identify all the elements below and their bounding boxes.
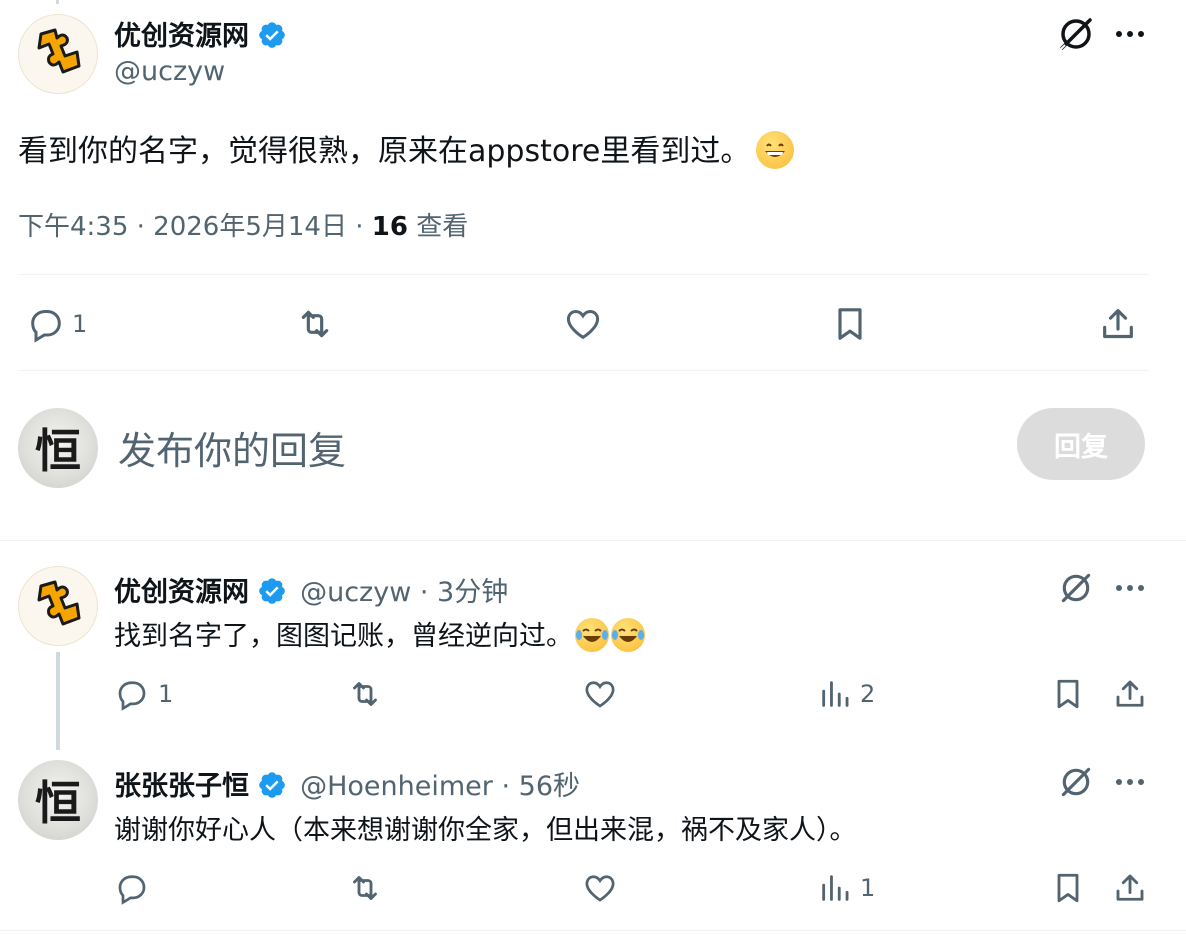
- reply-button[interactable]: [114, 870, 150, 906]
- puzzle-logo-icon: [37, 580, 81, 626]
- bookmark-button[interactable]: [1050, 676, 1086, 712]
- bookmark-icon: [1057, 679, 1079, 709]
- heart-icon: [566, 309, 600, 340]
- bookmark-button[interactable]: [830, 304, 870, 344]
- reply-time[interactable]: 56秒: [519, 771, 580, 802]
- tears-of-joy-emoji-icon: [575, 618, 609, 652]
- views-button[interactable]: 1: [818, 870, 875, 906]
- reply-button[interactable]: 1: [114, 676, 173, 712]
- tears-of-joy-emoji-icon: [611, 618, 645, 652]
- repost-icon: [353, 876, 377, 900]
- reply-header: 优创资源网 @uczyw · 3分钟: [114, 570, 508, 609]
- separator: ·: [411, 577, 438, 608]
- divider: [0, 540, 1186, 541]
- share-button[interactable]: [1112, 676, 1148, 712]
- repost-button[interactable]: [346, 676, 384, 712]
- reply-submit-button[interactable]: 回复: [1017, 408, 1145, 480]
- avatar-glyph: 恒: [35, 776, 81, 830]
- divider: [0, 930, 1186, 931]
- bookmark-button[interactable]: [1050, 870, 1086, 906]
- post-timestamp[interactable]: 下午4:35 · 2026年5月14日 ·: [18, 212, 372, 242]
- reply-header: 张张张子恒 @Hoenheimer · 56秒: [114, 764, 580, 803]
- heart-icon: [585, 681, 615, 708]
- share-button[interactable]: [1098, 304, 1138, 344]
- views-label: 查看: [407, 212, 469, 242]
- verified-badge-icon: [259, 22, 285, 48]
- divider: [18, 370, 1148, 371]
- grinning-face-emoji-icon: [756, 131, 795, 169]
- author-avatar[interactable]: [18, 14, 98, 94]
- bookmark-icon: [838, 308, 862, 340]
- bookmark-icon: [1057, 873, 1079, 903]
- reply-author-name[interactable]: 优创资源网: [114, 577, 249, 608]
- views-count: 16: [371, 212, 408, 242]
- repost-button[interactable]: [294, 304, 336, 344]
- like-button[interactable]: [563, 304, 603, 344]
- post-text-wrapper: 看到你的名字，觉得很熟，原来在appstore里看到过。: [18, 126, 795, 170]
- heart-icon: [585, 875, 615, 902]
- current-user-avatar[interactable]: 恒: [18, 408, 98, 488]
- reply-author-avatar[interactable]: 恒: [18, 760, 98, 840]
- separator: ·: [492, 771, 519, 802]
- share-icon: [1103, 309, 1133, 339]
- puzzle-logo-icon: [37, 28, 81, 74]
- post-text: 看到你的名字，觉得很熟，原来在appstore里看到过。: [18, 134, 751, 169]
- reply-icon: [31, 310, 61, 343]
- grok-icon[interactable]: [1056, 14, 1096, 58]
- share-icon: [1116, 680, 1144, 707]
- thread-line: [56, 652, 60, 750]
- repost-button[interactable]: [346, 870, 384, 906]
- views-count: 2: [860, 680, 876, 708]
- reply-count: 1: [72, 310, 88, 338]
- reply-author-avatar[interactable]: [18, 566, 98, 646]
- grok-icon[interactable]: [1058, 570, 1094, 610]
- repost-icon: [353, 682, 377, 706]
- views-count: 1: [860, 874, 876, 902]
- verified-badge-icon: [259, 772, 285, 798]
- verified-badge-icon: [259, 578, 285, 604]
- like-button[interactable]: [582, 870, 618, 906]
- post-meta: 下午4:35 · 2026年5月14日 · 16 查看: [18, 206, 468, 243]
- reply-input[interactable]: 发布你的回复: [118, 420, 346, 475]
- reply-author-name[interactable]: 张张张子恒: [114, 771, 249, 802]
- reply-author-handle[interactable]: @uczyw: [300, 577, 411, 608]
- reply-text: 谢谢你好心人（本来想谢谢你全家，但出来混，祸不及家人）。: [114, 815, 857, 846]
- reply-author-handle[interactable]: @Hoenheimer: [300, 771, 493, 802]
- share-button[interactable]: [1112, 870, 1148, 906]
- author-name[interactable]: 优创资源网: [114, 21, 249, 52]
- more-options-icon[interactable]: [1114, 576, 1146, 604]
- reply-icon: [118, 681, 146, 711]
- divider: [18, 274, 1148, 275]
- analytics-icon: [822, 875, 849, 901]
- analytics-icon: [822, 681, 849, 707]
- reply-icon: [118, 875, 146, 905]
- avatar-glyph: 恒: [35, 424, 81, 478]
- repost-icon: [301, 310, 329, 338]
- reply-body: 找到名字了，图图记账，曾经逆向过。: [114, 614, 645, 653]
- grok-icon[interactable]: [1058, 764, 1094, 804]
- reply-time[interactable]: 3分钟: [437, 577, 508, 608]
- reply-text: 找到名字了，图图记账，曾经逆向过。: [114, 621, 573, 652]
- more-options-icon[interactable]: [1114, 20, 1146, 52]
- share-icon: [1116, 874, 1144, 901]
- like-button[interactable]: [582, 676, 618, 712]
- reply-count: 1: [158, 680, 174, 708]
- more-options-icon[interactable]: [1114, 770, 1146, 798]
- views-button[interactable]: 2: [818, 676, 875, 712]
- author-handle[interactable]: @uczyw: [114, 56, 225, 87]
- reply-button[interactable]: 1: [26, 304, 87, 344]
